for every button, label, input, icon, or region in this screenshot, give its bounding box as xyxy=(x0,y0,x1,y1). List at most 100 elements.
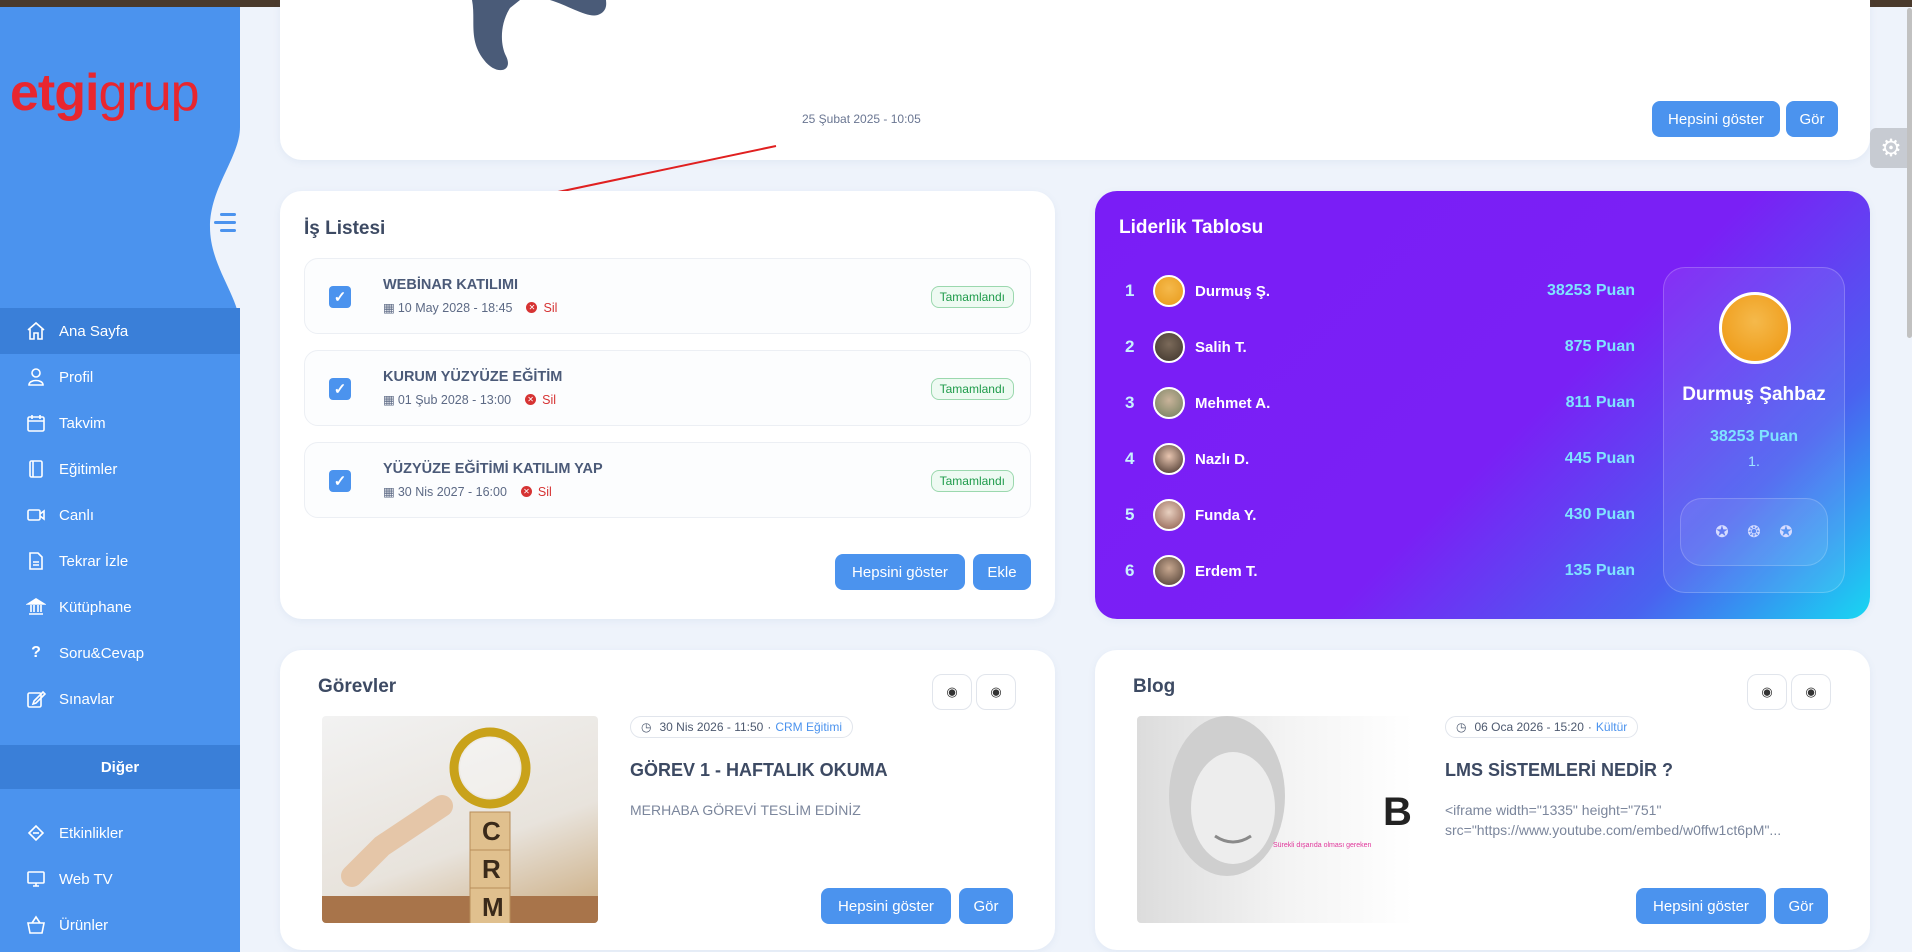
task-delete-link[interactable]: Sil xyxy=(538,485,552,499)
brand-logo[interactable]: etgigrup xyxy=(10,63,200,123)
sidebar-item-label: Etkinlikler xyxy=(59,824,124,842)
arrow-right-icon: ◉ xyxy=(1805,684,1817,699)
task-meta: ▦ 10 May 2028 - 18:45 ✕ Sil xyxy=(383,300,557,316)
menu-toggle-icon[interactable] xyxy=(214,213,242,241)
scrollbar-thumb[interactable] xyxy=(1907,8,1912,338)
sidebar-item-etkinlikler[interactable]: Etkinlikler xyxy=(0,810,240,856)
status-badge: Tamamlandı xyxy=(930,378,1014,400)
post-excerpt: <iframe width="1335" height="751" src="h… xyxy=(1445,800,1845,840)
task-meta: ▦ 01 Şub 2028 - 13:00 ✕ Sil xyxy=(383,392,556,408)
sidebar-item-web-tv[interactable]: Web TV xyxy=(0,856,240,902)
task-checkbox[interactable]: ✓ xyxy=(329,378,351,400)
top-card-show-all-button[interactable]: Hepsini göster xyxy=(1652,101,1780,137)
task-list-card: İş Listesi ✓ WEBİNAR KATILIMI ▦ 10 May 2… xyxy=(280,191,1055,619)
leaderboard-name: Funda Y. xyxy=(1195,506,1257,524)
logo-text-b: grup xyxy=(98,64,199,122)
task-delete-link[interactable]: Sil xyxy=(542,393,556,407)
sidebar-item-label: Takvim xyxy=(59,414,106,432)
task-item: ✓ KURUM YÜZYÜZE EĞİTİM ▦ 01 Şub 2028 - 1… xyxy=(304,350,1031,426)
leaderboard-row[interactable]: 2 Salih T. 875 Puan xyxy=(1125,329,1635,365)
crm-block-letter: M xyxy=(482,892,504,922)
sidebar-item-profil[interactable]: Profil xyxy=(0,354,240,400)
prev-button[interactable]: ◉ xyxy=(932,674,972,710)
sidebar-item-kutuphane[interactable]: Kütüphane xyxy=(0,584,240,630)
badges-container: ✪ ❂ ✪ xyxy=(1680,498,1828,566)
sidebar-nav: Ana Sayfa Profil Takvim Eğitimler Canlı … xyxy=(0,308,240,722)
post-category[interactable]: Kültür xyxy=(1596,720,1627,734)
leaderboard-rank: 6 xyxy=(1125,561,1135,580)
task-checkbox[interactable]: ✓ xyxy=(329,470,351,492)
next-button[interactable]: ◉ xyxy=(1791,674,1831,710)
post-title[interactable]: LMS SİSTEMLERİ NEDİR ? xyxy=(1445,760,1673,781)
leaderboard-row[interactable]: 1 Durmuş Ş. 38253 Puan xyxy=(1125,273,1635,309)
post-excerpt-line: src="https://www.youtube.com/embed/w0ffw… xyxy=(1445,822,1782,838)
post-excerpt-line: <iframe width="1335" height="751" xyxy=(1445,802,1662,818)
task-list-title: İş Listesi xyxy=(304,218,386,239)
avatar xyxy=(1153,275,1185,307)
post-title[interactable]: GÖREV 1 - HAFTALIK OKUMA xyxy=(630,760,888,781)
prev-button[interactable]: ◉ xyxy=(1747,674,1787,710)
sidebar-item-egitimler[interactable]: Eğitimler xyxy=(0,446,240,492)
task-delete-link[interactable]: Sil xyxy=(543,301,557,315)
post-category[interactable]: CRM Eğitimi xyxy=(775,720,842,734)
next-button[interactable]: ◉ xyxy=(976,674,1016,710)
clock-icon: ◷ xyxy=(1456,720,1467,734)
sidebar-item-soru-cevap[interactable]: ? Soru&Cevap xyxy=(0,630,240,676)
post-thumbnail[interactable]: B Sürekli dışarıda olması gereken xyxy=(1137,716,1413,923)
sidebar-section-other: Diğer xyxy=(0,745,240,789)
leaderboard-points: 875 Puan xyxy=(1564,338,1635,355)
task-checkbox[interactable]: ✓ xyxy=(329,286,351,308)
tasks-add-button[interactable]: Ekle xyxy=(973,554,1031,590)
calendar-icon: ▦ xyxy=(383,393,395,407)
tasks-show-all-button[interactable]: Hepsini göster xyxy=(835,554,965,590)
sidebar-item-canli[interactable]: Canlı xyxy=(0,492,240,538)
sidebar-item-label: Profil xyxy=(59,368,94,386)
leaderboard-card: Liderlik Tablosu 1 Durmuş Ş. 38253 Puan … xyxy=(1095,191,1870,619)
status-badge: Tamamlandı xyxy=(930,470,1014,492)
top-card-view-button[interactable]: Gör xyxy=(1786,101,1838,137)
book-icon xyxy=(25,458,47,480)
illustration-figure xyxy=(472,0,607,71)
avatar xyxy=(1153,387,1185,419)
sidebar-item-ana-sayfa[interactable]: Ana Sayfa xyxy=(0,308,240,354)
calendar-icon xyxy=(25,412,47,434)
leaderboard-points: 430 Puan xyxy=(1564,506,1635,523)
gorevler-view-button[interactable]: Gör xyxy=(959,888,1013,924)
award-icon: ✪ xyxy=(1715,524,1729,541)
gorevler-title: Görevler xyxy=(318,676,397,697)
sidebar-item-label: Ürünler xyxy=(59,916,109,934)
leader-profile-box: Durmuş Şahbaz 38253 Puan 1. ✪ ❂ ✪ xyxy=(1663,267,1845,593)
status-badge: Tamamlandı xyxy=(930,286,1014,308)
task-meta: ▦ 30 Nis 2027 - 16:00 ✕ Sil xyxy=(383,484,552,500)
leaderboard-rank: 4 xyxy=(1125,449,1135,468)
sidebar-item-label: Tekrar İzle xyxy=(59,552,129,570)
sidebar-item-takvim[interactable]: Takvim xyxy=(0,400,240,446)
user-icon xyxy=(25,366,47,388)
leaderboard-rank: 3 xyxy=(1125,393,1135,412)
post-excerpt: MERHABA GÖREVİ TESLİM EDİNİZ xyxy=(630,802,861,818)
settings-gear-icon[interactable]: ⚙ xyxy=(1870,128,1912,168)
gorevler-show-all-button[interactable]: Hepsini göster xyxy=(821,888,951,924)
task-title: YÜZYÜZE EĞİTİMİ KATILIM YAP xyxy=(383,461,603,477)
sidebar-item-label: Kütüphane xyxy=(59,598,132,616)
avatar xyxy=(1153,555,1185,587)
tv-icon xyxy=(25,868,47,890)
sidebar-item-sinavlar[interactable]: Sınavlar xyxy=(0,676,240,722)
blog-show-all-button[interactable]: Hepsini göster xyxy=(1636,888,1766,924)
leaderboard-row[interactable]: 6 Erdem T. 135 Puan xyxy=(1125,553,1635,589)
post-thumbnail[interactable]: C R M xyxy=(322,716,598,923)
blog-title: Blog xyxy=(1133,676,1176,697)
leaderboard-row[interactable]: 5 Funda Y. 430 Puan xyxy=(1125,497,1635,533)
leaderboard-name: Mehmet A. xyxy=(1195,394,1271,412)
logo-text-a: etgi xyxy=(10,64,99,122)
document-icon xyxy=(25,550,47,572)
leaderboard-row[interactable]: 3 Mehmet A. 811 Puan xyxy=(1125,385,1635,421)
blog-view-button[interactable]: Gör xyxy=(1774,888,1828,924)
sidebar-item-tekrar-izle[interactable]: Tekrar İzle xyxy=(0,538,240,584)
leaderboard-row[interactable]: 4 Nazlı D. 445 Puan xyxy=(1125,441,1635,477)
sidebar-item-urunler[interactable]: Ürünler xyxy=(0,902,240,948)
calendar-icon: ▦ xyxy=(383,301,395,315)
arrow-right-icon: ◉ xyxy=(990,684,1002,699)
task-title: WEBİNAR KATILIMI xyxy=(383,277,519,293)
task-date: 30 Nis 2027 - 16:00 xyxy=(397,484,507,499)
